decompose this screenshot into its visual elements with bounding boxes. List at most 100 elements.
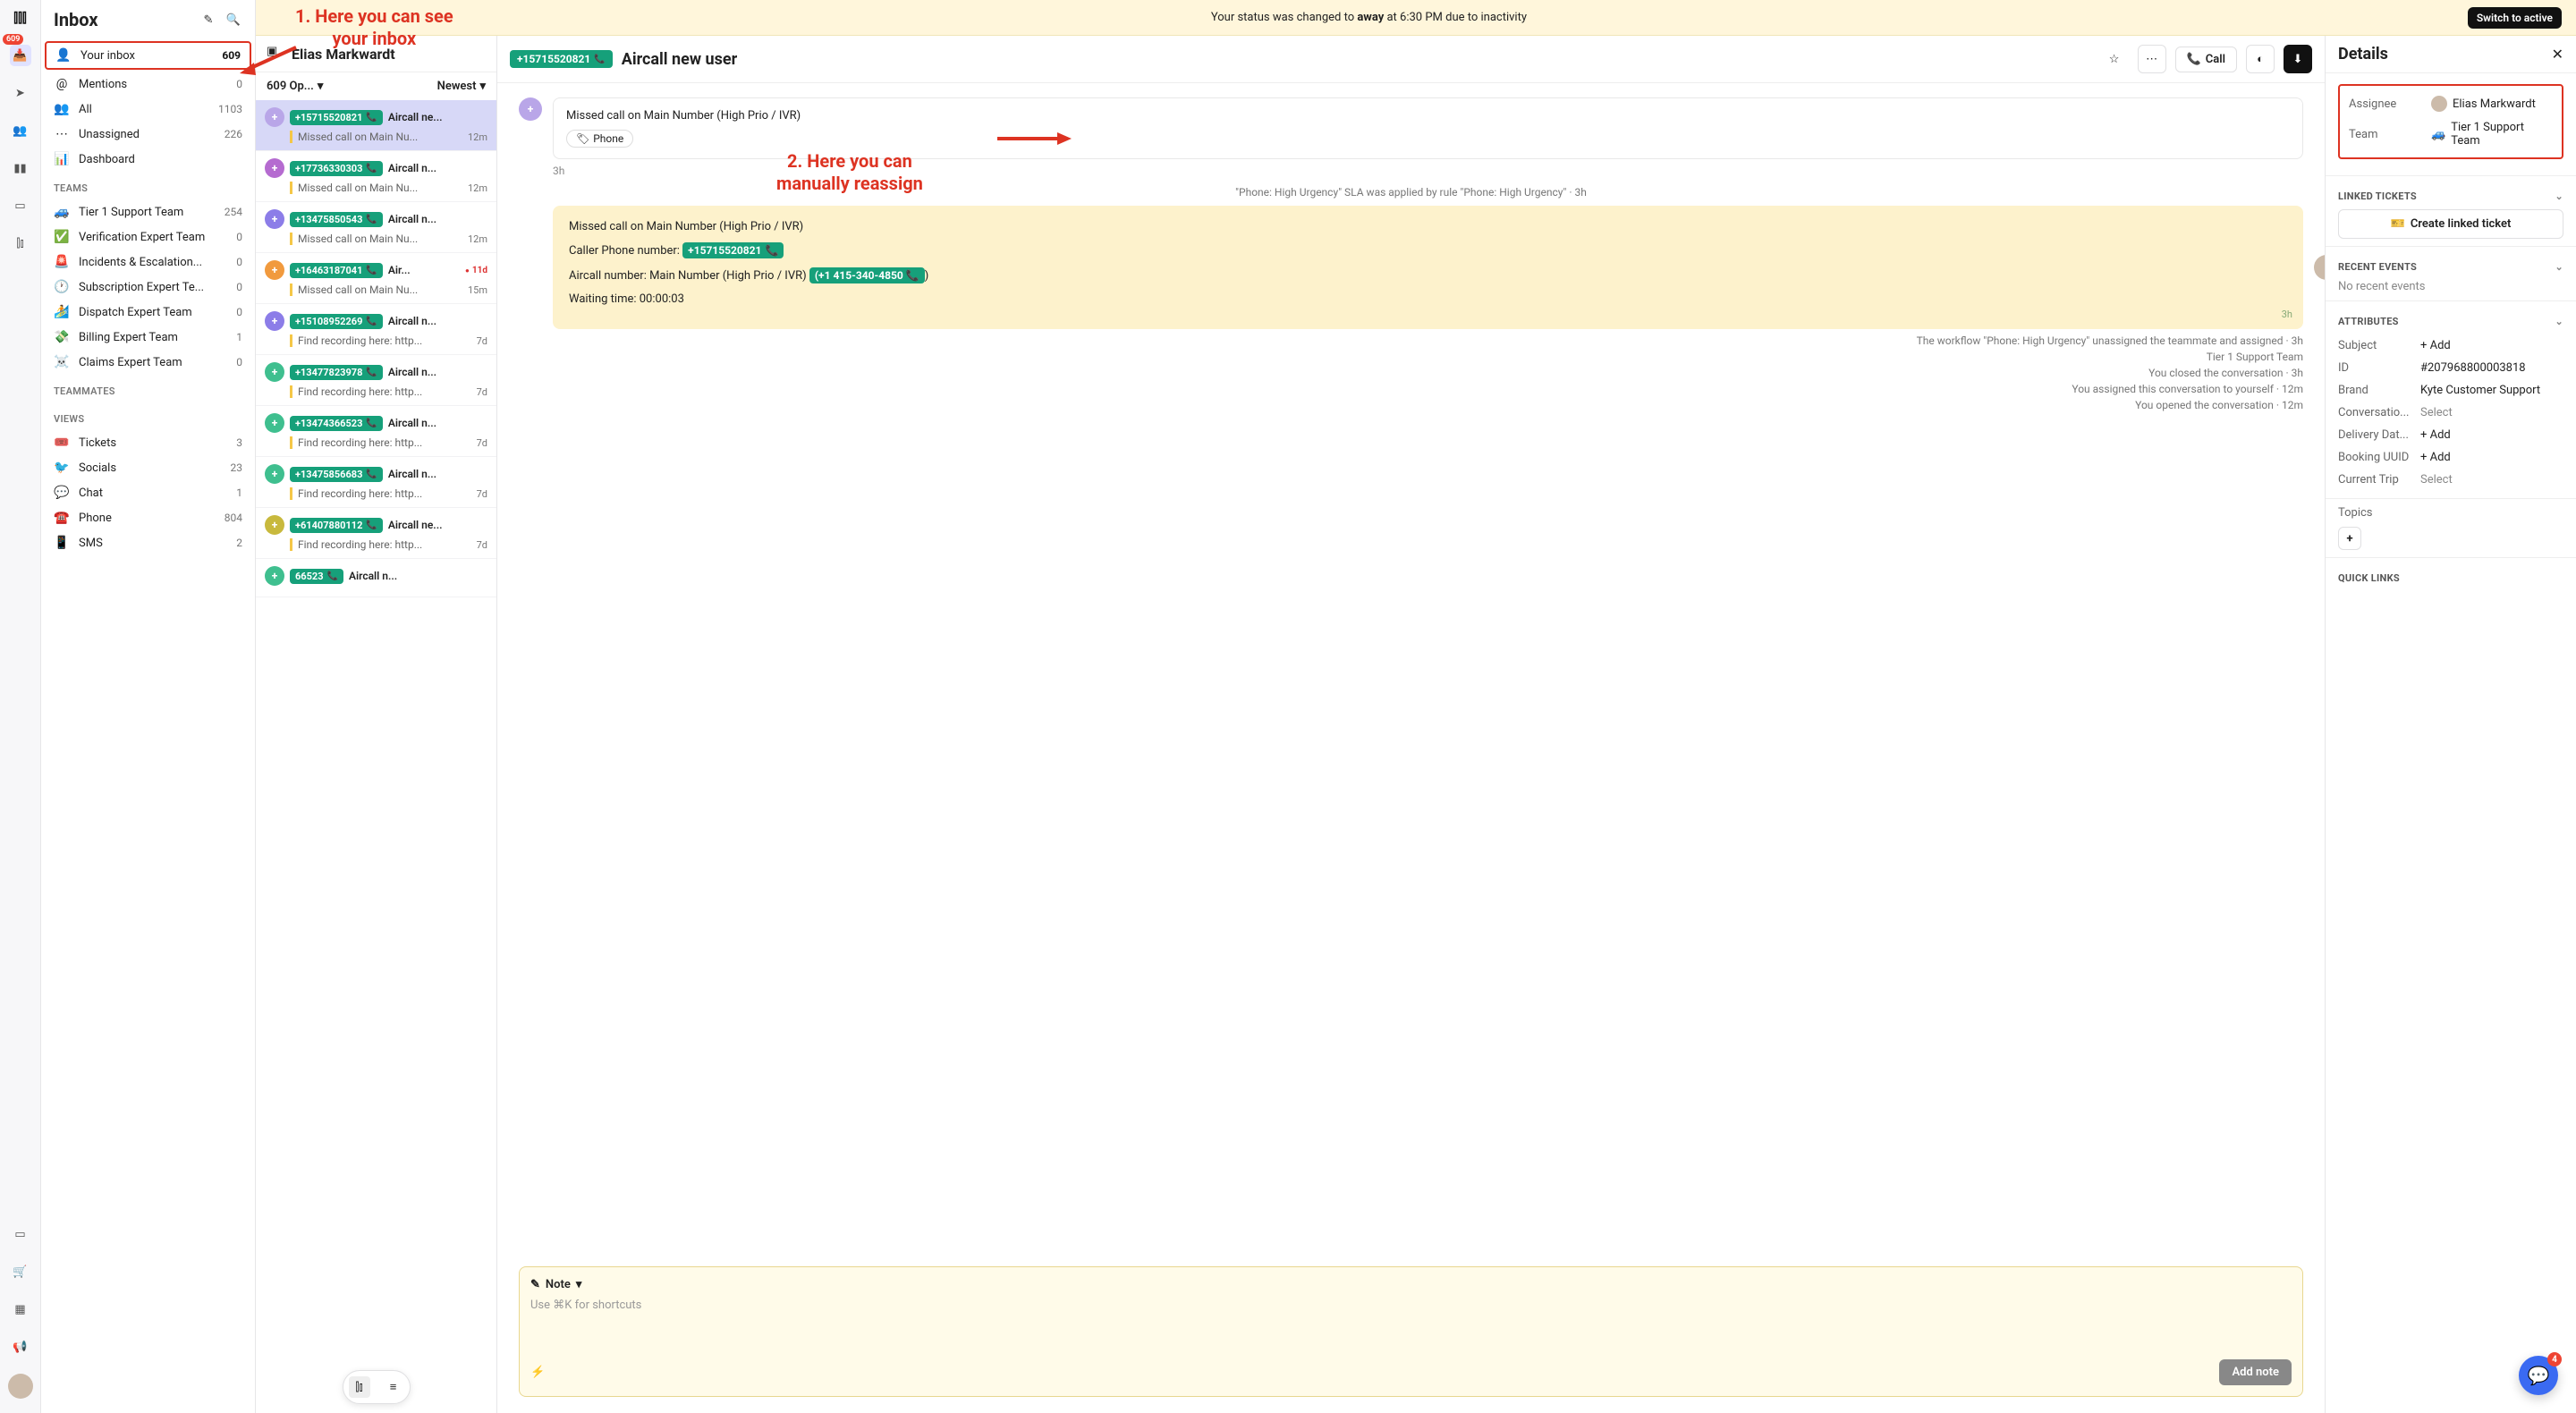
conversation-item[interactable]: + 66523 📞 Aircall n... [256,559,496,597]
sidebar-item-label: Verification Expert Team [79,231,227,244]
header-phone-tag[interactable]: +15715520821📞 [510,50,613,68]
switch-to-active-button[interactable]: Switch to active [2468,7,2562,29]
composer-mode[interactable]: Note [546,1278,571,1291]
book-icon[interactable]: ▮▮ [10,157,31,179]
sidebar-item[interactable]: 📊Dashboard [41,147,255,172]
close-icon[interactable]: ✕ [2552,46,2563,63]
call-button[interactable]: 📞Call [2175,47,2237,72]
attribute-label: Conversatio... [2338,406,2420,419]
sidebar-item[interactable]: ☠️Claims Expert Team0 [41,350,255,375]
phone-chip[interactable]: 🏷Phone [566,130,633,148]
cart-icon[interactable]: 🛒 [10,1261,31,1282]
sidebar-item-icon: 🕐 [54,280,70,294]
attribute-label: ID [2338,361,2420,375]
conversation-item[interactable]: + +16463187041 📞 Air... 11d Missed call … [256,253,496,304]
more-icon[interactable]: ⋯ [2138,45,2166,73]
sidebar-item-label: Your inbox [80,49,213,63]
conversation-subject: Aircall n... [388,366,487,378]
conversation-preview: Find recording here: http... [290,487,471,500]
create-linked-ticket-button[interactable]: 🎫Create linked ticket [2338,209,2563,239]
messages-icon[interactable]: ▭ [10,1223,31,1245]
conversation-item[interactable]: + +13477823978 📞 Aircall n... Find recor… [256,355,496,406]
sidebar-item[interactable]: 🚙Tier 1 Support Team254 [41,199,255,224]
sidebar-item[interactable]: 🕐Subscription Expert Te...0 [41,275,255,300]
attribute-value[interactable]: + Add [2420,451,2563,464]
message-card: Missed call on Main Number (High Prio / … [553,97,2303,159]
conversation-time: 12m [468,131,487,143]
attribute-row: Current TripSelect [2338,469,2563,491]
attribute-value[interactable]: + Add [2420,339,2563,352]
sidebar-item[interactable]: @Mentions0 [41,72,255,97]
conversation-preview: Find recording here: http... [290,385,471,398]
add-note-button[interactable]: Add note [2219,1359,2292,1385]
bolt-icon[interactable]: ⚡ [530,1366,545,1379]
snooze-icon[interactable]: ◐ [2246,45,2275,73]
sidebar-item[interactable]: 📱SMS2 [41,530,255,555]
attribute-value[interactable]: Select [2420,406,2563,419]
chat-icon[interactable]: ▭ [10,195,31,216]
conversation-item[interactable]: + +15108952269 📞 Aircall n... Find recor… [256,304,496,355]
apps-icon[interactable]: ▦ [10,1299,31,1320]
team-value[interactable]: 🚙Tier 1 Support Team [2431,121,2553,148]
people-icon[interactable]: 👥 [10,120,31,141]
compose-icon[interactable]: ✎ [199,11,217,29]
panel-icon[interactable]: ▣ [267,45,284,63]
sidebar-item-count: 23 [231,461,243,474]
conversation-preview: Find recording here: http... [290,538,471,551]
star-icon[interactable]: ☆ [2100,45,2129,73]
sidebar-item-count: 0 [236,281,242,293]
sidebar-item-count: 609 [222,49,241,62]
chevron-down-icon[interactable]: ⌄ [2555,261,2563,273]
close-conversation-icon[interactable]: ⬇ [2284,45,2312,73]
sidebar-item[interactable]: 🚨Incidents & Escalation...0 [41,250,255,275]
conversation-item[interactable]: + +13475856683 📞 Aircall n... Find recor… [256,457,496,508]
sidebar-item[interactable]: ✅Verification Expert Team0 [41,224,255,250]
layout-split-icon[interactable]: ⫿⫾ [349,1376,370,1398]
sidebar-item[interactable]: ☎️Phone804 [41,505,255,530]
sidebar-item[interactable]: 👥All1103 [41,97,255,122]
help-chat-fab[interactable]: 💬 4 [2519,1356,2558,1395]
sidebar-item[interactable]: 💬Chat1 [41,480,255,505]
sidebar-item[interactable]: 🏄Dispatch Expert Team0 [41,300,255,325]
open-filter[interactable]: 609 Op... ▾ [267,80,323,93]
sidebar-item-label: Unassigned [79,128,216,141]
megaphone-icon[interactable]: 📢 [10,1336,31,1358]
conversation-item[interactable]: + +13474366523 📞 Aircall n... Find recor… [256,406,496,457]
attribute-value[interactable]: Select [2420,473,2563,487]
avatar[interactable] [8,1374,33,1399]
attribute-value[interactable]: + Add [2420,428,2563,442]
inbox-icon[interactable]: 📥 [10,45,31,66]
team-label: Team [2349,128,2431,141]
sidebar-item[interactable]: 🐦Socials23 [41,455,255,480]
conversation-item[interactable]: + +15715520821 📞 Aircall ne... Missed ca… [256,100,496,151]
conversation-item[interactable]: + +13475850543 📞 Aircall n... Missed cal… [256,202,496,253]
conversation-time: 7d [477,386,487,398]
sidebar-item[interactable]: 🎟️Tickets3 [41,430,255,455]
send-icon[interactable]: ➤ [10,82,31,104]
sidebar-item[interactable]: ⋯Unassigned226 [41,122,255,147]
chevron-down-icon[interactable]: ⌄ [2555,190,2563,202]
intercom-icon[interactable]: ⫿⫿⫿ [10,7,31,29]
reports-icon[interactable]: ⫿⫾ [10,233,31,254]
composer-input[interactable]: Use ⌘K for shortcuts [530,1299,2292,1352]
conversation-item[interactable]: + +17736330303 📞 Aircall n... Missed cal… [256,151,496,202]
sidebar-item-icon: 📊 [54,152,70,166]
caller-phone-tag[interactable]: +15715520821 📞 [682,242,784,258]
sort-dropdown[interactable]: Newest ▾ [437,80,486,93]
search-icon[interactable]: 🔍 [225,11,242,29]
attribute-value[interactable]: Kyte Customer Support [2420,384,2563,397]
assignee-value[interactable]: Elias Markwardt [2431,96,2553,112]
aircall-phone-tag[interactable]: (+1 415-340-4850 📞 [809,267,925,283]
conversation-subject: Aircall n... [388,468,487,480]
sidebar-item[interactable]: 💸Billing Expert Team1 [41,325,255,350]
conversation-avatar: + [265,107,284,127]
add-topic-button[interactable]: + [2338,527,2361,550]
layout-list-icon[interactable]: ≡ [383,1376,404,1398]
attribute-label: Booking UUID [2338,451,2420,464]
chevron-down-icon[interactable]: ⌄ [2555,316,2563,327]
sla-system-line: "Phone: High Urgency" SLA was applied by… [519,186,2303,199]
attribute-value[interactable]: #207968800003818 [2420,361,2563,375]
conversation-item[interactable]: + +61407880112 📞 Aircall ne... Find reco… [256,508,496,559]
sidebar-item[interactable]: 👤Your inbox609 [45,41,251,70]
sidebar-item-count: 1103 [218,103,242,115]
